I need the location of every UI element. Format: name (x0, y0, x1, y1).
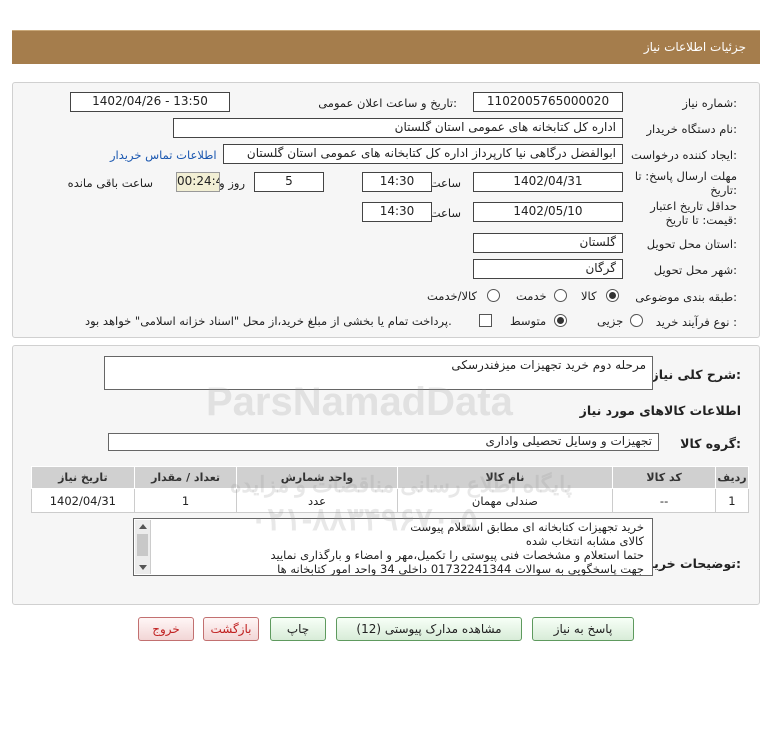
treasury-payment-note: پرداخت تمام یا بخشی از مبلغ خرید،از محل … (85, 314, 452, 328)
col-unit-header: واحد شمارش (236, 466, 398, 489)
announce-label: تاریخ و ساعت اعلان عمومی: (318, 96, 457, 110)
cell-code: -- (612, 488, 716, 513)
days-field: 5 (254, 172, 324, 192)
validity-time-field: 14:30 (362, 202, 432, 222)
validity-label: حداقل تاریخ اعتبار قیمت: تا تاریخ: (650, 199, 737, 227)
buyer-org-field: اداره کل کتابخانه های عمومی استان گلستان (173, 118, 623, 138)
goods-info-title: اطلاعات کالاهای مورد نیاز (579, 403, 741, 418)
deadline-time-label: ساعت (429, 176, 461, 190)
deadline-label-line2: تاریخ: (710, 183, 737, 197)
city-label: شهر محل تحویل: (653, 263, 737, 277)
province-label: استان محل تحویل: (646, 237, 737, 251)
creator-label: ایجاد کننده درخواست: (631, 148, 737, 162)
cell-unit: عدد (236, 488, 398, 513)
notes-line: کالای مشابه انتخاب شده (525, 534, 644, 548)
category-goods-service-label: کالا/خدمت (427, 289, 478, 303)
table-row: 1 -- صندلی مهمان عدد 1 1402/04/31 (31, 488, 750, 513)
deadline-time-field: 14:30 (362, 172, 432, 192)
goods-group-field: تجهیزات و وسایل تحصیلی واداری (108, 433, 659, 451)
province-field: گلستان (473, 233, 623, 253)
col-row-header: ردیف (714, 466, 750, 489)
cell-row: 1 (714, 488, 750, 513)
reply-button[interactable]: پاسخ به نیاز (532, 617, 634, 641)
col-qty-header: تعداد / مقدار (133, 466, 238, 489)
need-info-panel: شماره نیاز: 1102005765000020 تاریخ و ساع… (12, 82, 760, 338)
category-goods-label: کالا (581, 289, 597, 303)
col-code-header: کد کالا (612, 466, 716, 489)
deadline-label: مهلت ارسال پاسخ: تا تاریخ: (635, 169, 737, 197)
goods-group-label: گروه کالا: (680, 436, 741, 451)
deadline-label-line1: مهلت ارسال پاسخ: تا (634, 169, 737, 183)
process-medium-label: متوسط (510, 314, 547, 328)
scroll-thumb[interactable] (137, 534, 148, 556)
announce-field: 1402/04/26 - 13:50 (70, 92, 230, 112)
notes-line: حتما استعلام و مشخصات فنی پیوستی را تکمی… (270, 548, 644, 562)
contact-buyer-link[interactable]: اطلاعات تماس خریدار (110, 148, 217, 162)
need-details-panel: شرح کلی نیاز: مرحله دوم خرید تجهیزات میز… (12, 345, 760, 605)
goods-table: ردیف کد کالا نام کالا واحد شمارش تعداد /… (31, 466, 750, 513)
col-name-header: نام کالا (396, 466, 614, 489)
category-service-radio[interactable] (554, 289, 567, 302)
validity-label-line1: حداقل تاریخ اعتبار (650, 199, 737, 213)
back-button-label: بازگشت (210, 622, 252, 636)
category-service-label: خدمت (516, 289, 547, 303)
category-goods-radio[interactable] (606, 289, 619, 302)
validity-time-label: ساعت (429, 206, 461, 220)
print-button[interactable]: چاپ (270, 617, 326, 641)
treasury-payment-checkbox[interactable] (479, 314, 492, 327)
need-number-field: 1102005765000020 (473, 92, 623, 112)
buyer-org-label: نام دستگاه خریدار: (646, 122, 737, 136)
col-date-header: تاریخ نیاز (31, 466, 135, 489)
buyer-notes-box[interactable]: خرید تجهیزات کتابخانه ای مطابق استعلام پ… (133, 518, 653, 576)
remaining-label: ساعت باقی مانده (67, 176, 153, 190)
goods-table-header-row: ردیف کد کالا نام کالا واحد شمارش تعداد /… (31, 466, 750, 489)
exit-button-label: خروج (152, 622, 180, 636)
scroll-down-icon[interactable] (139, 565, 147, 570)
cell-name: صندلی مهمان (396, 488, 614, 513)
remaining-time-field: 00:24:46 (176, 172, 220, 192)
page-header: جزئیات اطلاعات نیاز (12, 30, 760, 64)
exit-button[interactable]: خروج (138, 617, 194, 641)
process-medium-radio[interactable] (554, 314, 567, 327)
cell-date: 1402/04/31 (31, 488, 135, 513)
need-number-label: شماره نیاز: (682, 96, 737, 110)
validity-label-line2: قیمت: تا تاریخ: (665, 213, 737, 227)
validity-date-field: 1402/05/10 (473, 202, 623, 222)
city-field: گرگان (473, 259, 623, 279)
process-minor-label: جزیی (597, 314, 624, 328)
cell-qty: 1 (133, 488, 238, 513)
summary-label: شرح کلی نیاز: (651, 367, 742, 382)
creator-field: ابوالفضل درگاهی نیا کارپرداز اداره کل کت… (223, 144, 623, 164)
page-title: جزئیات اطلاعات نیاز (643, 40, 746, 54)
scroll-up-icon[interactable] (139, 524, 147, 529)
notes-line: جهت پاسخگویی به سوالات 01732241344 داخلی… (277, 562, 644, 576)
process-minor-radio[interactable] (630, 314, 643, 327)
category-goods-service-radio[interactable] (487, 289, 500, 302)
back-button[interactable]: بازگشت (203, 617, 259, 641)
deadline-date-field: 1402/04/31 (473, 172, 623, 192)
summary-field: مرحله دوم خرید تجهیزات میزفندرسکی (104, 356, 653, 390)
category-label: طبقه بندی موضوعی: (635, 290, 737, 304)
days-label: روز و (219, 176, 245, 190)
notes-scrollbar[interactable] (135, 520, 151, 574)
attachments-button[interactable]: مشاهده مدارک پیوستی (12) (336, 617, 522, 641)
notes-line: خرید تجهیزات کتابخانه ای مطابق استعلام پ… (410, 520, 644, 534)
process-label: نوع فرآیند خرید : (655, 315, 737, 329)
